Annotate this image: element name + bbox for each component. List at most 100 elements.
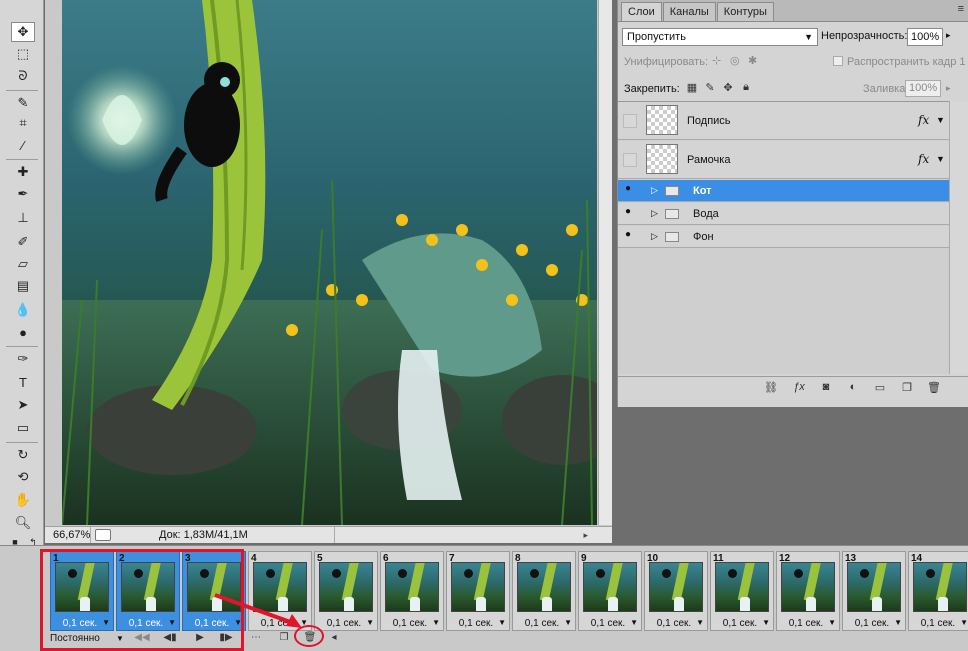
layers-scrollbar[interactable] [949, 101, 968, 374]
frame-delay[interactable]: 0,1 сек. [579, 618, 637, 629]
unify-visibility-icon[interactable]: ◎ [730, 54, 744, 68]
layer-row[interactable]: Рамочка fx ▼ [618, 141, 949, 179]
canvas[interactable] [62, 0, 597, 525]
animation-frame[interactable]: 13 0,1 сек. ▼ [842, 551, 906, 631]
eyedropper-tool-icon[interactable]: ⁄ [11, 135, 35, 155]
fx-icon[interactable]: fx [918, 152, 929, 166]
gradient-tool-icon[interactable]: ▤ [11, 276, 35, 296]
opacity-input[interactable]: 100% [907, 28, 943, 46]
add-mask-icon[interactable]: ◙ [819, 381, 833, 395]
crop-tool-icon[interactable]: ⌗ [11, 113, 35, 133]
animation-frame[interactable]: 6 0,1 сек. ▼ [380, 551, 444, 631]
animation-frame[interactable]: 9 0,1 сек. ▼ [578, 551, 642, 631]
animation-frame[interactable]: 11 0,1 сек. ▼ [710, 551, 774, 631]
path-select-tool-icon[interactable]: ➤ [11, 395, 35, 415]
frame-delay[interactable]: 0,1 сек. [843, 618, 901, 629]
pen-tool-icon[interactable]: ✑ [11, 349, 35, 369]
tab-channels[interactable]: Каналы [662, 2, 716, 21]
hand-tool-icon[interactable]: ✋ [11, 490, 35, 510]
delay-dropdown-icon[interactable]: ▼ [696, 618, 704, 627]
lock-transparency-icon[interactable]: ▦ [685, 81, 699, 95]
delay-dropdown-icon[interactable]: ▼ [498, 618, 506, 627]
unify-style-icon[interactable]: ✱ [748, 54, 762, 68]
marquee-tool-icon[interactable]: ⬚ [11, 44, 35, 64]
frame-delay[interactable]: 0,1 сек. [777, 618, 835, 629]
blur-tool-icon[interactable]: 💧 [11, 300, 35, 320]
link-layers-icon[interactable]: ⛓ [764, 381, 778, 395]
new-layer-icon[interactable]: ❐ [900, 381, 914, 395]
panel-menu-icon[interactable]: ≡ [958, 3, 964, 15]
expand-effects-icon[interactable]: ▼ [936, 115, 945, 125]
group-row-selected[interactable]: ▷ Кот [618, 180, 949, 202]
animation-frame[interactable]: 10 0,1 сек. ▼ [644, 551, 708, 631]
lock-all-icon[interactable]: 🔒︎ [739, 81, 753, 95]
history-brush-tool-icon[interactable]: ✐ [11, 232, 35, 252]
visibility-toggle[interactable] [623, 153, 637, 167]
eye-icon[interactable] [623, 206, 637, 221]
shape-tool-icon[interactable]: ▭ [11, 418, 35, 438]
fill-input[interactable]: 100% [905, 80, 941, 97]
tween-icon[interactable]: ⋯ [246, 632, 266, 646]
expand-group-icon[interactable]: ▷ [651, 185, 658, 196]
unify-position-icon[interactable]: ⊹ [712, 54, 726, 68]
eye-icon[interactable] [623, 183, 637, 198]
frame-delay[interactable]: 0,1 сек. [909, 618, 967, 629]
frame-delay[interactable]: 0,1 сек. [315, 618, 373, 629]
add-layer-style-icon[interactable]: ƒx [792, 381, 806, 395]
frame-delay[interactable]: 0,1 сек. [447, 618, 505, 629]
move-tool-icon[interactable]: ✥ [11, 22, 35, 42]
vertical-scrollbar[interactable] [598, 0, 612, 525]
fill-slider-arrow-icon[interactable]: ▸ [946, 83, 951, 94]
lock-position-icon[interactable]: ✥ [721, 81, 735, 95]
expand-group-icon[interactable]: ▷ [651, 231, 658, 242]
zoom-tool-icon[interactable]: 🔍︎ [11, 513, 35, 533]
3d-rotate-tool-icon[interactable]: ↻ [11, 445, 35, 465]
scroll-left-icon[interactable]: ◂ [324, 632, 344, 646]
delay-dropdown-icon[interactable]: ▼ [366, 618, 374, 627]
animation-frame[interactable]: 7 0,1 сек. ▼ [446, 551, 510, 631]
duplicate-frame-icon[interactable]: ❐ [274, 632, 294, 646]
type-tool-icon[interactable]: T [11, 372, 35, 392]
animation-frame[interactable]: 4 0,1 сек. ▼ [248, 551, 312, 631]
delay-dropdown-icon[interactable]: ▼ [630, 618, 638, 627]
frame-delay[interactable]: 0,1 сек. [513, 618, 571, 629]
animation-frame[interactable]: 12 0,1 сек. ▼ [776, 551, 840, 631]
visibility-toggle[interactable] [623, 114, 637, 128]
adjustment-layer-icon[interactable]: ◐ [846, 381, 860, 395]
blend-mode-select[interactable]: Пропустить ▼ [622, 28, 818, 46]
lock-pixels-icon[interactable]: ✎ [703, 81, 717, 95]
eraser-tool-icon[interactable]: ▱ [11, 254, 35, 274]
opacity-slider-arrow-icon[interactable]: ▸ [946, 30, 951, 41]
delay-dropdown-icon[interactable]: ▼ [828, 618, 836, 627]
healing-brush-tool-icon[interactable]: ✚ [11, 162, 35, 182]
status-info-icon[interactable] [95, 529, 111, 541]
animation-frame[interactable]: 5 0,1 сек. ▼ [314, 551, 378, 631]
delay-dropdown-icon[interactable]: ▼ [762, 618, 770, 627]
frame-delay[interactable]: 0,1 сек. [711, 618, 769, 629]
animation-frame[interactable]: 8 0,1 сек. ▼ [512, 551, 576, 631]
delay-dropdown-icon[interactable]: ▼ [960, 618, 968, 627]
propagate-frame-checkbox[interactable] [833, 56, 843, 66]
group-row[interactable]: ▷ Фон [618, 226, 949, 248]
quick-select-tool-icon[interactable]: ✎ [11, 93, 35, 113]
tab-paths[interactable]: Контуры [716, 2, 774, 21]
clone-stamp-tool-icon[interactable]: ⊥ [11, 208, 35, 228]
delay-dropdown-icon[interactable]: ▼ [894, 618, 902, 627]
dodge-tool-icon[interactable]: ● [11, 322, 35, 342]
status-menu-arrow-icon[interactable]: ▸ [583, 530, 588, 541]
brush-tool-icon[interactable]: ✒ [11, 184, 35, 204]
tab-layers[interactable]: Слои [621, 2, 662, 21]
layer-row[interactable]: Подпись fx ▼ [618, 102, 949, 140]
lasso-tool-icon[interactable]: ᘐ [11, 66, 35, 86]
expand-group-icon[interactable]: ▷ [651, 208, 658, 219]
zoom-level[interactable]: 66,67% [45, 527, 91, 543]
delay-dropdown-icon[interactable]: ▼ [432, 618, 440, 627]
delete-layer-icon[interactable]: 🗑︎ [927, 381, 941, 395]
expand-effects-icon[interactable]: ▼ [936, 154, 945, 164]
animation-frame[interactable]: 14 0,1 сек. ▼ [908, 551, 968, 631]
new-group-icon[interactable]: ▭ [873, 381, 887, 395]
fx-icon[interactable]: fx [918, 113, 929, 127]
3d-orbit-tool-icon[interactable]: ⟲ [11, 467, 35, 487]
group-row[interactable]: ▷ Вода [618, 203, 949, 225]
eye-icon[interactable] [623, 229, 637, 244]
